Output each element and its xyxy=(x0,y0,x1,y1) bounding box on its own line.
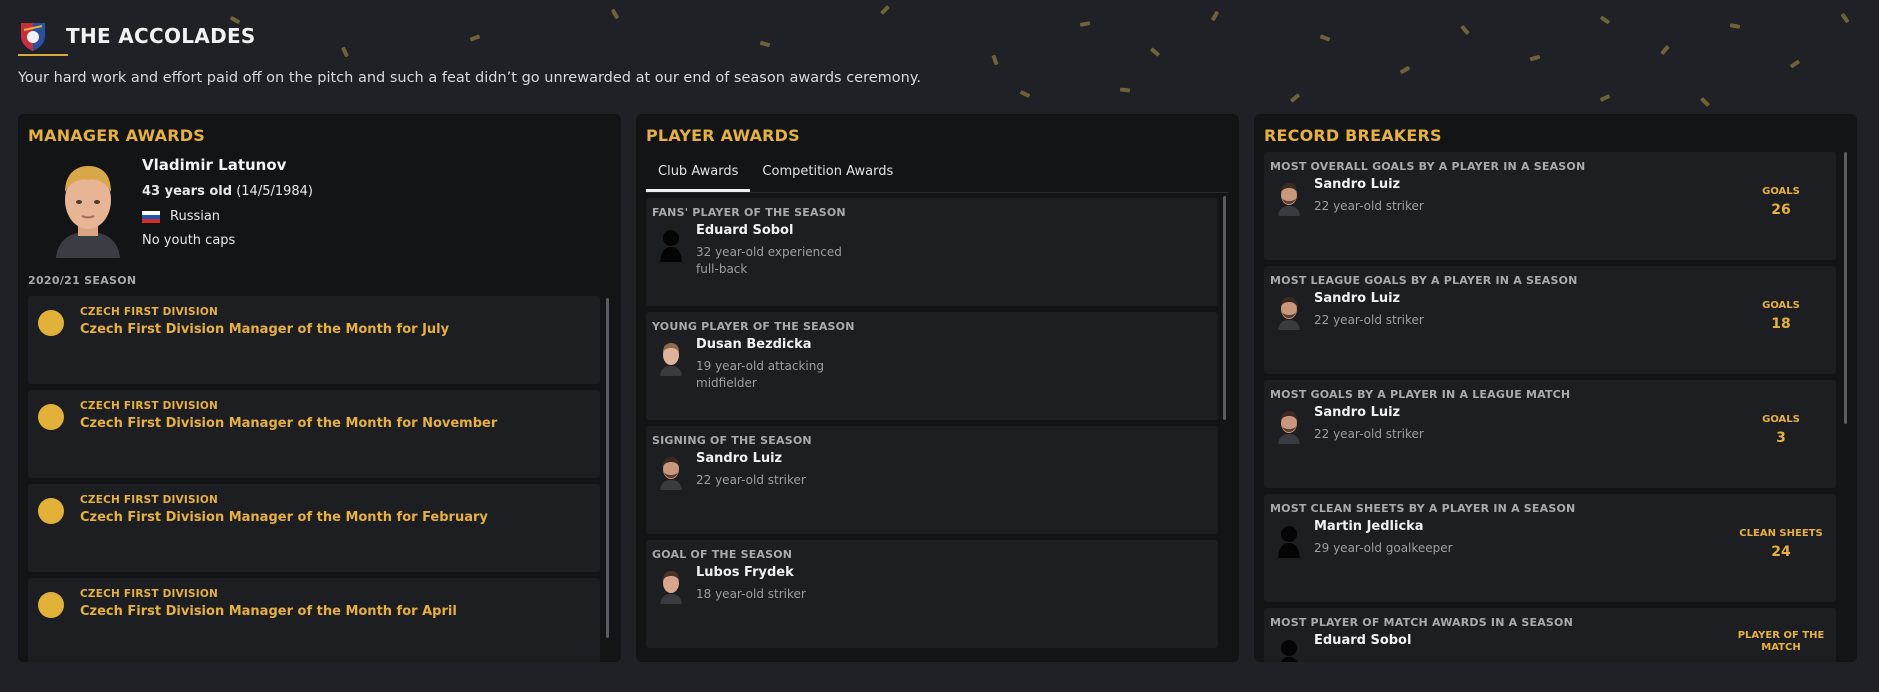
page-header: THE ACCOLADES xyxy=(18,14,256,58)
list-item[interactable]: MOST PLAYER OF MATCH AWARDS IN A SEASON … xyxy=(1264,608,1836,662)
player-portrait xyxy=(658,568,684,604)
player-portrait xyxy=(658,340,684,376)
award-tabs: Club Awards Competition Awards xyxy=(646,152,905,192)
record-breakers-panel: RECORD BREAKERS MOST OVERALL GOALS BY A … xyxy=(1254,114,1857,662)
russia-flag-icon xyxy=(142,210,160,223)
list-item[interactable]: CZECH FIRST DIVISION Czech First Divisio… xyxy=(28,296,600,384)
record-list: MOST OVERALL GOALS BY A PLAYER IN A SEAS… xyxy=(1264,152,1836,662)
manager-age: 43 years old (14/5/1984) xyxy=(142,184,314,199)
player-silhouette-icon xyxy=(1278,526,1300,558)
tab-club-awards[interactable]: Club Awards xyxy=(646,152,751,192)
player-portrait xyxy=(1276,294,1302,330)
panel-title: RECORD BREAKERS xyxy=(1264,126,1442,145)
medal-icon xyxy=(38,404,64,430)
player-portrait xyxy=(1276,180,1302,216)
list-item[interactable]: MOST OVERALL GOALS BY A PLAYER IN A SEAS… xyxy=(1264,152,1836,260)
scrollbar[interactable] xyxy=(1844,152,1847,424)
tab-competition-awards[interactable]: Competition Awards xyxy=(750,152,905,192)
player-award-list: FANS' PLAYER OF THE SEASON Eduard Sobol … xyxy=(646,198,1218,662)
list-item[interactable]: MOST LEAGUE GOALS BY A PLAYER IN A SEASO… xyxy=(1264,266,1836,374)
manager-awards-panel: MANAGER AWARDS Vladimir Latunov 43 years… xyxy=(18,114,621,662)
scrollbar[interactable] xyxy=(1223,196,1226,420)
player-portrait xyxy=(1276,408,1302,444)
list-item[interactable]: CZECH FIRST DIVISION Czech First Divisio… xyxy=(28,578,600,662)
manager-caps: No youth caps xyxy=(142,233,236,248)
list-item[interactable]: GOAL OF THE SEASON Lubos Frydek 18 year-… xyxy=(646,540,1218,648)
page-subtitle: Your hard work and effort paid off on th… xyxy=(18,70,921,86)
panel-title: PLAYER AWARDS xyxy=(646,126,800,145)
scrollbar[interactable] xyxy=(606,298,609,638)
list-item[interactable]: CZECH FIRST DIVISION Czech First Divisio… xyxy=(28,484,600,572)
panel-title: MANAGER AWARDS xyxy=(28,126,205,145)
list-item[interactable]: FANS' PLAYER OF THE SEASON Eduard Sobol … xyxy=(646,198,1218,306)
title-underline xyxy=(18,54,68,56)
club-crest-icon xyxy=(21,23,45,51)
medal-icon xyxy=(38,310,64,336)
player-awards-panel: PLAYER AWARDS Club Awards Competition Aw… xyxy=(636,114,1239,662)
manager-award-list: CZECH FIRST DIVISION Czech First Divisio… xyxy=(28,296,600,662)
list-item[interactable]: CZECH FIRST DIVISION Czech First Divisio… xyxy=(28,390,600,478)
divider xyxy=(646,192,1229,193)
manager-nationality: Russian xyxy=(142,209,220,224)
list-item[interactable]: MOST GOALS BY A PLAYER IN A LEAGUE MATCH… xyxy=(1264,380,1836,488)
medal-icon xyxy=(38,592,64,618)
player-silhouette-icon xyxy=(660,230,682,262)
page-title: THE ACCOLADES xyxy=(66,24,256,48)
list-item[interactable]: SIGNING OF THE SEASON Sandro Luiz 22 yea… xyxy=(646,426,1218,534)
medal-icon xyxy=(38,498,64,524)
season-label: 2020/21 SEASON xyxy=(28,274,137,287)
list-item[interactable]: YOUNG PLAYER OF THE SEASON Dusan Bezdick… xyxy=(646,312,1218,420)
manager-name[interactable]: Vladimir Latunov xyxy=(142,156,286,174)
list-item[interactable]: MOST CLEAN SHEETS BY A PLAYER IN A SEASO… xyxy=(1264,494,1836,602)
manager-portrait[interactable] xyxy=(48,158,128,258)
player-portrait xyxy=(658,454,684,490)
player-silhouette-icon xyxy=(1280,640,1298,662)
